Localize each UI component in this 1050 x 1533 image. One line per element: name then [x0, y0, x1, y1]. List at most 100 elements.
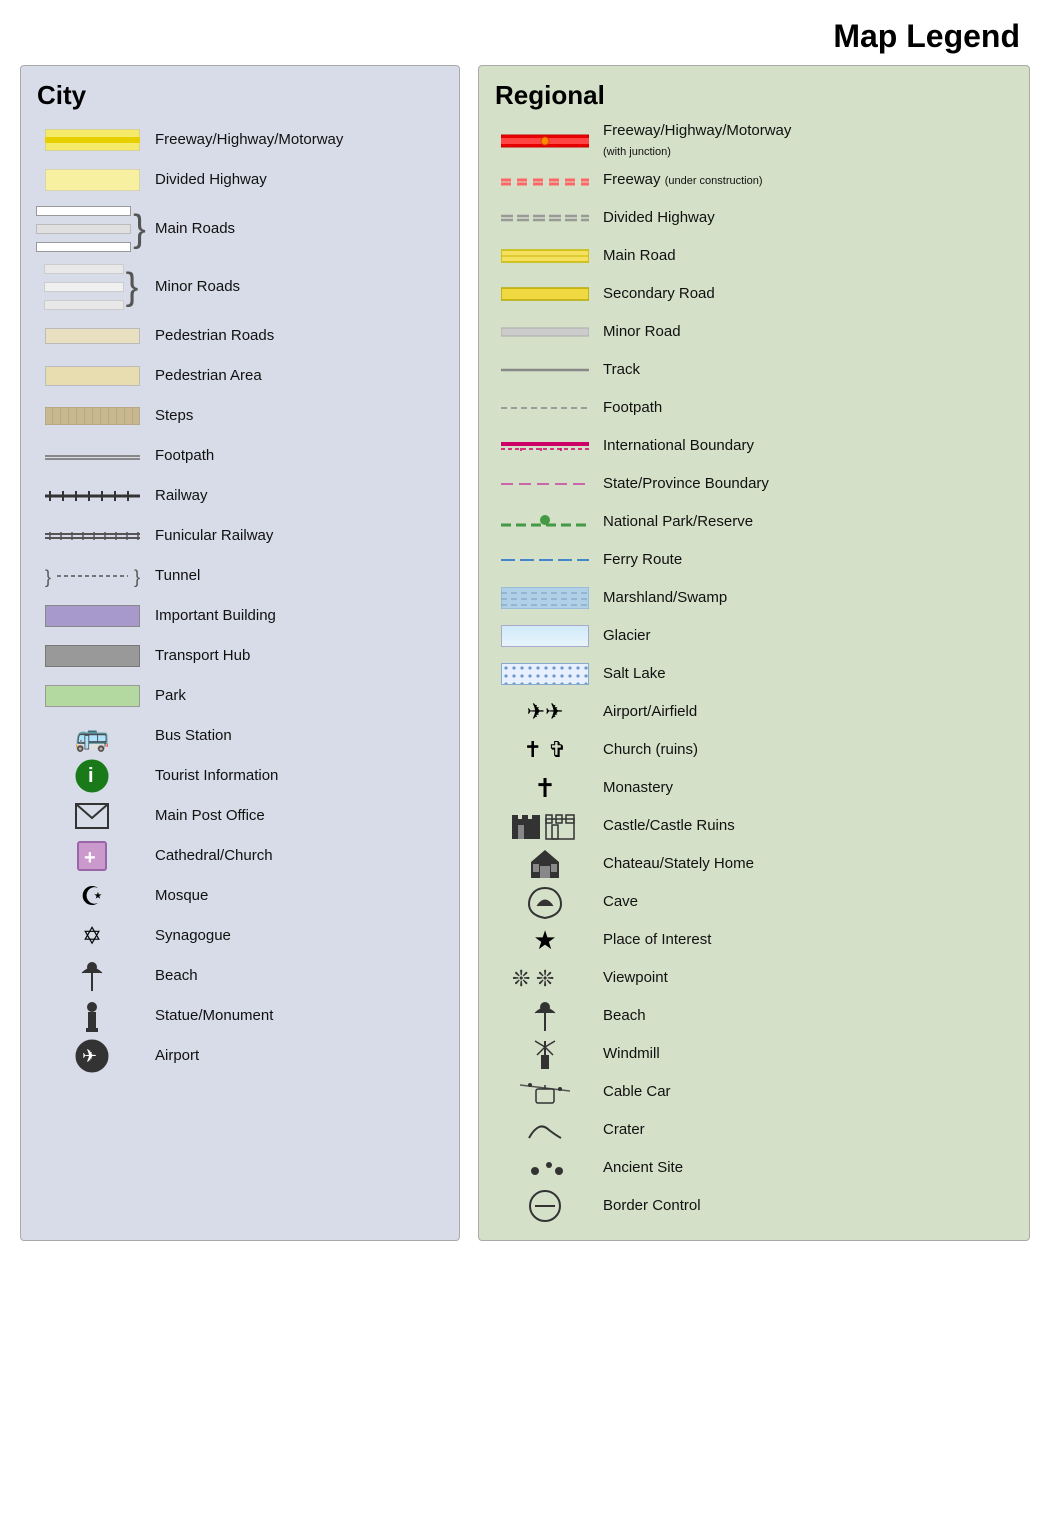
steps-symbol [45, 407, 140, 425]
statue-icon [37, 998, 147, 1034]
divided-highway-label: Divided Highway [147, 170, 267, 190]
list-item: ✈ Airport [37, 1037, 443, 1075]
divided-highway-icon [37, 169, 147, 191]
reg-ancient-label: Ancient Site [595, 1158, 683, 1178]
reg-glacier-icon [495, 625, 595, 647]
list-item: Glacier [495, 618, 1013, 654]
transport-hub-icon [37, 645, 147, 667]
reg-freeway-under-label: Freeway (under construction) [595, 170, 763, 190]
reg-castle-symbol [510, 811, 580, 841]
reg-viewpoint-label: Viewpoint [595, 968, 668, 988]
reg-cablecar-symbol [520, 1075, 570, 1109]
bus-station-icon: 🚌 [37, 720, 147, 753]
svg-text:i: i [88, 765, 94, 787]
reg-airport-symbol: ✈✈ [527, 699, 564, 725]
list-item: Secondary Road [495, 276, 1013, 312]
list-item: Railway [37, 477, 443, 515]
main-post-label: Main Post Office [147, 806, 265, 826]
park-icon [37, 685, 147, 707]
reg-national-park-label: National Park/Reserve [595, 512, 753, 532]
main-road-line1 [36, 206, 131, 216]
reg-state-boundary-icon [495, 479, 595, 489]
beach-city-symbol [77, 959, 107, 993]
reg-divided-icon [495, 210, 595, 226]
main-roads-label: Main Roads [147, 219, 235, 239]
reg-minor-road-symbol [501, 326, 589, 338]
list-item: ★ Place of Interest [495, 922, 1013, 958]
reg-intl-boundary-icon [495, 439, 595, 453]
reg-marshland-icon [495, 587, 595, 609]
list-item: Important Building [37, 597, 443, 635]
list-item: Park [37, 677, 443, 715]
list-item: Salt Lake [495, 656, 1013, 692]
list-item: i Tourist Information [37, 757, 443, 795]
reg-minor-road-icon [495, 326, 595, 338]
reg-intl-boundary-label: International Boundary [595, 436, 754, 456]
list-item: Divided Highway [37, 161, 443, 199]
list-item: Footpath [37, 437, 443, 475]
mosque-symbol: ☪ [80, 881, 103, 912]
list-item: Main Post Office [37, 797, 443, 835]
list-item: Ferry Route [495, 542, 1013, 578]
list-item: Transport Hub [37, 637, 443, 675]
synagogue-label: Synagogue [147, 926, 231, 946]
reg-track-label: Track [595, 360, 640, 380]
city-heading: City [37, 80, 443, 111]
reg-footpath-symbol [501, 403, 589, 413]
tunnel-icon: } { [37, 565, 147, 587]
reg-ancient-icon [495, 1157, 595, 1179]
reg-border-icon [495, 1188, 595, 1224]
reg-main-road-symbol [501, 248, 589, 264]
reg-freeway-symbol [501, 131, 589, 151]
reg-salt-lake-icon [495, 663, 595, 685]
minor-road-line1 [44, 264, 124, 274]
reg-glacier-symbol [501, 625, 589, 647]
mosque-label: Mosque [147, 886, 208, 906]
airport-city-label: Airport [147, 1046, 199, 1066]
list-item: ✈✈ Airport/Airfield [495, 694, 1013, 730]
svg-text:+: + [84, 847, 96, 869]
reg-glacier-label: Glacier [595, 626, 651, 646]
reg-chateau-symbol [527, 848, 563, 880]
statue-label: Statue/Monument [147, 1006, 273, 1026]
reg-main-road-label: Main Road [595, 246, 676, 266]
railway-symbol [45, 487, 140, 505]
funicular-label: Funicular Railway [147, 526, 273, 546]
bus-station-label: Bus Station [147, 726, 232, 746]
airport-city-icon: ✈ [37, 1038, 147, 1074]
reg-footpath-label: Footpath [595, 398, 662, 418]
reg-secondary-symbol [501, 287, 589, 301]
reg-place-icon: ★ [495, 925, 595, 956]
reg-crater-symbol [527, 1116, 563, 1144]
pedestrian-roads-symbol [45, 328, 140, 344]
reg-marshland-label: Marshland/Swamp [595, 588, 727, 608]
minor-road-line2 [44, 282, 124, 292]
transport-hub-label: Transport Hub [147, 646, 250, 666]
svg-text:❊ ❊: ❊ ❊ [512, 966, 554, 991]
important-building-label: Important Building [147, 606, 276, 626]
cathedral-symbol: + [74, 838, 110, 874]
minor-road-line3 [44, 300, 124, 310]
list-item: Freeway/Highway/Motorway(with junction) [495, 121, 1013, 160]
list-item: International Boundary [495, 428, 1013, 464]
reg-monastery-symbol: ✝ [534, 773, 556, 804]
footpath-symbol [45, 450, 140, 462]
main-roads-brace: } [133, 210, 146, 248]
list-item: Windmill [495, 1036, 1013, 1072]
reg-ferry-icon [495, 555, 595, 565]
tunnel-symbol: } { [45, 565, 140, 587]
list-item: Border Control [495, 1188, 1013, 1224]
synagogue-symbol: ✡ [82, 922, 102, 951]
reg-divided-symbol [501, 210, 589, 226]
reg-windmill-icon [495, 1037, 595, 1071]
list-item: Steps [37, 397, 443, 435]
main-post-symbol [74, 802, 110, 830]
list-item: Pedestrian Roads [37, 317, 443, 355]
freeway-symbol [45, 129, 140, 151]
steps-icon [37, 407, 147, 425]
reg-freeway-under-icon [495, 172, 595, 188]
tourist-info-icon: i [37, 758, 147, 794]
minor-roads-brace: } [126, 268, 139, 306]
list-item: Ancient Site [495, 1150, 1013, 1186]
footpath-label: Footpath [147, 446, 214, 466]
